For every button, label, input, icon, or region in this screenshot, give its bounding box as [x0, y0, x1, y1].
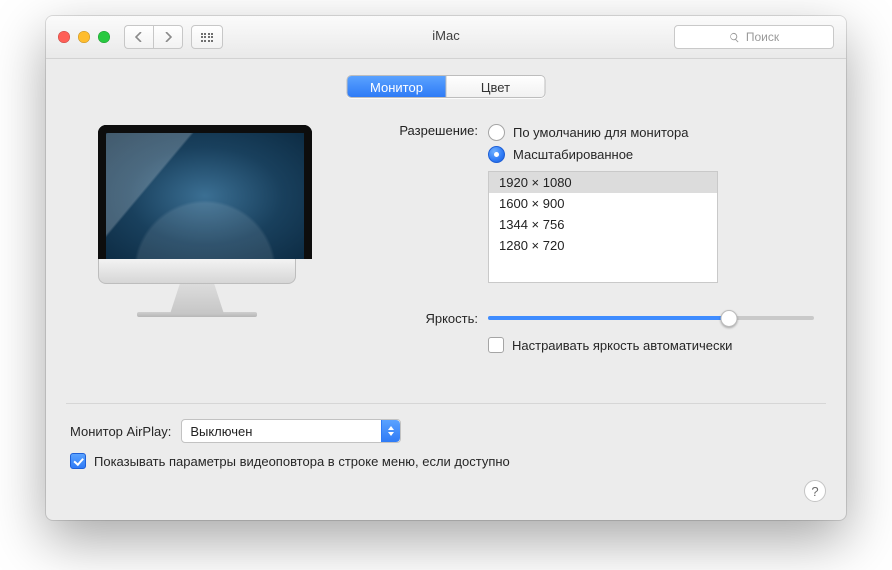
- tab-segmented-control: Монитор Цвет: [347, 75, 546, 98]
- nav-back-forward: [124, 25, 183, 49]
- resolution-option[interactable]: 1920 × 1080: [489, 172, 717, 193]
- slider-fill: [488, 316, 729, 320]
- airplay-label: Монитор AirPlay:: [70, 424, 171, 439]
- help-icon: ?: [811, 484, 818, 499]
- popup-stepper-icon: [381, 420, 400, 442]
- search-icon: [729, 32, 740, 43]
- resolution-default-radio[interactable]: По умолчанию для монитора: [488, 121, 814, 143]
- radio-icon: [488, 124, 505, 141]
- search-placeholder: Поиск: [746, 30, 779, 44]
- auto-brightness-label: Настраивать яркость автоматически: [512, 338, 732, 353]
- tab-monitor[interactable]: Монитор: [348, 76, 446, 97]
- zoom-button[interactable]: [98, 31, 110, 43]
- resolution-option[interactable]: 1600 × 900: [489, 193, 717, 214]
- mirroring-checkbox[interactable]: [70, 453, 86, 469]
- auto-brightness-row: Настраивать яркость автоматически: [488, 337, 814, 353]
- auto-brightness-checkbox[interactable]: [488, 337, 504, 353]
- mirroring-label: Показывать параметры видеоповтора в стро…: [94, 454, 510, 469]
- display-preview-image: [98, 125, 296, 317]
- resolution-option[interactable]: 1344 × 756: [489, 214, 717, 235]
- section-divider: [66, 403, 826, 404]
- resolution-default-label: По умолчанию для монитора: [513, 125, 688, 140]
- airplay-value: Выключен: [190, 424, 252, 439]
- resolution-option[interactable]: 1280 × 720: [489, 235, 717, 256]
- radio-icon: [488, 146, 505, 163]
- mirroring-row: Показывать параметры видеоповтора в стро…: [70, 453, 510, 469]
- minimize-button[interactable]: [78, 31, 90, 43]
- resolution-row: Разрешение: По умолчанию для монитора Ма…: [368, 121, 814, 283]
- brightness-row: Яркость:: [368, 309, 814, 327]
- resolution-label: Разрешение:: [368, 121, 488, 138]
- tab-color[interactable]: Цвет: [446, 76, 545, 97]
- display-settings: Разрешение: По умолчанию для монитора Ма…: [368, 121, 814, 353]
- brightness-label: Яркость:: [368, 311, 488, 326]
- preferences-window: iMac Поиск Монитор Цвет Разре: [46, 16, 846, 520]
- airplay-popup[interactable]: Выключен: [181, 419, 401, 443]
- resolution-list[interactable]: 1920 × 1080 1600 × 900 1344 × 756 1280 ×…: [488, 171, 718, 283]
- help-button[interactable]: ?: [804, 480, 826, 502]
- slider-knob[interactable]: [721, 310, 738, 327]
- close-button[interactable]: [58, 31, 70, 43]
- grid-icon: [201, 33, 214, 42]
- brightness-slider[interactable]: [488, 309, 814, 327]
- search-field[interactable]: Поиск: [674, 25, 834, 49]
- traffic-lights: [58, 31, 110, 43]
- show-all-button[interactable]: [191, 25, 223, 49]
- forward-button[interactable]: [153, 25, 183, 49]
- chevron-left-icon: [135, 32, 143, 42]
- content-area: Монитор Цвет Разрешение: По умолчанию д: [46, 59, 846, 520]
- back-button[interactable]: [124, 25, 153, 49]
- resolution-scaled-label: Масштабированное: [513, 147, 633, 162]
- window-toolbar: iMac Поиск: [46, 16, 846, 59]
- chevron-right-icon: [164, 32, 172, 42]
- resolution-scaled-radio[interactable]: Масштабированное: [488, 143, 814, 165]
- airplay-row: Монитор AirPlay: Выключен: [70, 419, 401, 443]
